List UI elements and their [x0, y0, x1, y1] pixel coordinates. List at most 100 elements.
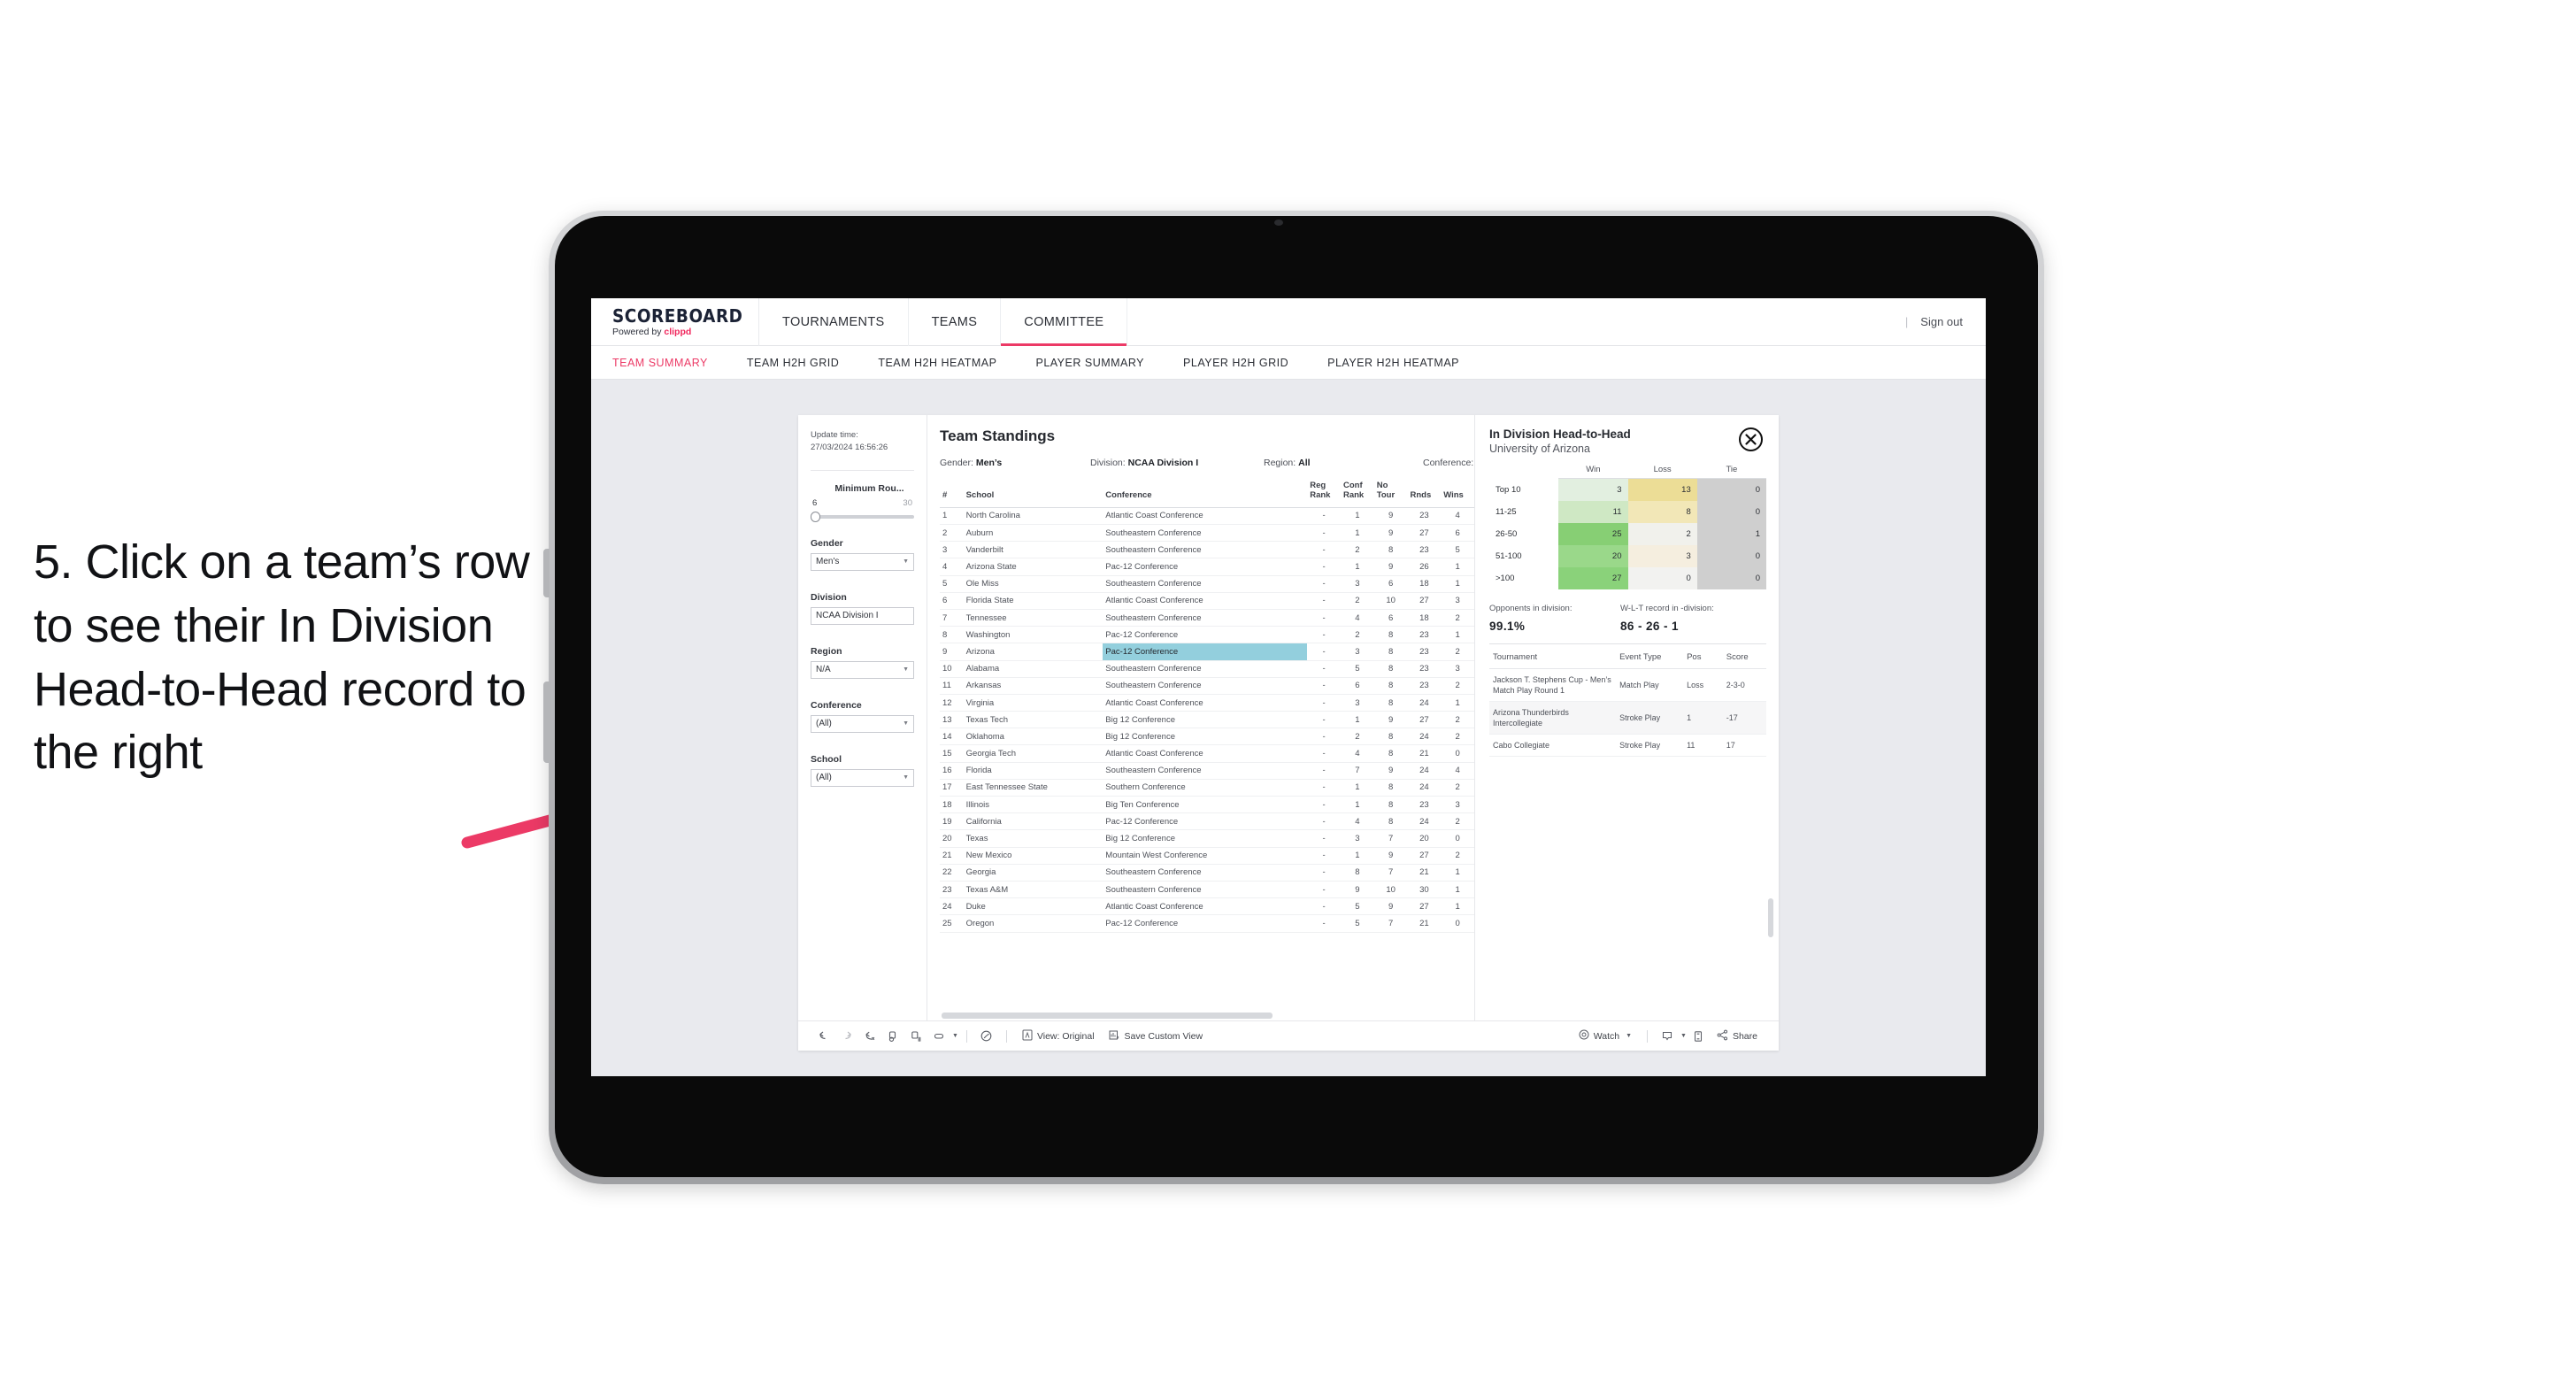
conf-rank-cell: 2 [1340, 626, 1374, 644]
nav-tournaments[interactable]: TOURNAMENTS [759, 298, 909, 346]
col-school[interactable]: School [963, 480, 1103, 508]
comment-chevron-down-icon[interactable]: ▼ [1680, 1033, 1687, 1039]
nav-teams[interactable]: TEAMS [909, 298, 1002, 346]
filter-select-gender[interactable]: Men's ▼ [811, 552, 914, 571]
table-row[interactable]: 15 Georgia Tech Atlantic Coast Conference -… [940, 744, 1474, 763]
col-reg-rank[interactable]: Reg Rank [1307, 480, 1341, 508]
h2h-cell-loss: 3 [1627, 544, 1697, 567]
filter-select-division[interactable]: NCAA Division I [811, 606, 914, 625]
share-button[interactable]: Share [1710, 1025, 1765, 1048]
list-item[interactable]: Arizona Thunderbirds Intercollegiate Stro… [1489, 701, 1766, 735]
table-row[interactable]: 9 Arizona Pac-12 Conference -3 8 23 2 [940, 643, 1474, 661]
conf-rank-cell: 1 [1340, 711, 1374, 729]
table-row[interactable]: 10 Alabama Southeastern Conference -5 8 23 3 [940, 660, 1474, 678]
rank-cell: 3 [940, 541, 964, 559]
table-row[interactable]: 14 Oklahoma Big 12 Conference -2 8 24 2 [940, 728, 1474, 746]
table-row[interactable]: 17 East Tennessee State Southern Conferenc… [940, 779, 1474, 797]
tab-player-h2h-grid[interactable]: PLAYER H2H GRID [1164, 357, 1308, 369]
table-row[interactable]: 2 Auburn Southeastern Conference -1 9 27 6 [940, 524, 1474, 543]
col-score[interactable]: Score [1722, 643, 1766, 669]
col-rank[interactable]: # [940, 480, 964, 508]
table-row[interactable]: 7 Tennessee Southeastern Conference -4 6 18 2 [940, 609, 1474, 628]
col-no-tour[interactable]: No Tour [1373, 480, 1408, 508]
col-pos[interactable]: Pos [1683, 643, 1723, 669]
no-tour-cell: 7 [1373, 914, 1408, 933]
tab-team-summary[interactable]: TEAM SUMMARY [612, 357, 727, 369]
table-row[interactable]: 16 Florida Southeastern Conference -7 9 24 4 [940, 762, 1474, 780]
table-row[interactable]: 22 Georgia Southeastern Conference -8 7 21 1 [940, 864, 1474, 882]
table-row[interactable]: 13 Texas Tech Big 12 Conference -1 9 27 2 [940, 711, 1474, 729]
stat-opponents-in-division: Opponents in division: 99.1% [1489, 604, 1620, 633]
list-item[interactable]: Cabo Collegiate Stroke Play 11 17 [1489, 734, 1766, 758]
watch-chevron-down-icon[interactable]: ▼ [1626, 1033, 1632, 1039]
table-row[interactable]: 11 Arkansas Southeastern Conference -6 8 23 2 [940, 677, 1474, 695]
redo-icon[interactable] [835, 1025, 858, 1048]
h2h-row-label: Top 10 [1496, 484, 1521, 495]
save-custom-view-button[interactable]: Save Custom View [1102, 1025, 1211, 1048]
filter-value-conference: (All) [816, 719, 832, 729]
table-row[interactable]: 23 Texas A&M Southeastern Conference -9 10 30… [940, 881, 1474, 899]
tablet-power-button[interactable] [543, 549, 550, 597]
table-row[interactable]: 8 Washington Pac-12 Conference -2 8 23 1 [940, 626, 1474, 644]
filter-select-school[interactable]: (All) ▼ [811, 768, 914, 787]
col-tournament[interactable]: Tournament [1489, 643, 1617, 669]
table-row[interactable]: 5 Ole Miss Southeastern Conference -3 6 18 1 [940, 575, 1474, 593]
view-original-button[interactable]: View: Original [1015, 1025, 1102, 1048]
table-row[interactable]: 6 Florida State Atlantic Coast Conference -… [940, 592, 1474, 610]
no-tour-cell: 8 [1373, 812, 1408, 831]
sign-out-link[interactable]: Sign out [1920, 315, 1963, 328]
table-row[interactable]: 19 California Pac-12 Conference -4 8 24 2 [940, 812, 1474, 831]
tournaments-scrollbar[interactable] [1768, 898, 1773, 937]
table-row[interactable]: 20 Texas Big 12 Conference -3 7 20 0 [940, 829, 1474, 848]
table-row[interactable]: 25 Oregon Pac-12 Conference -5 7 21 0 [940, 914, 1474, 933]
table-row[interactable]: 18 Illinois Big Ten Conference -1 8 23 3 [940, 796, 1474, 814]
conference-cell: Pac-12 Conference [1103, 643, 1308, 661]
col-event-type[interactable]: Event Type [1616, 643, 1684, 669]
table-row[interactable]: 24 Duke Atlantic Coast Conference -5 9 27 1 [940, 897, 1474, 916]
table-row[interactable]: 21 New Mexico Mountain West Conference -1 9 2… [940, 847, 1474, 865]
slider-handle[interactable] [811, 511, 820, 522]
col-conference[interactable]: Conference [1103, 480, 1308, 508]
revert-icon[interactable] [858, 1025, 881, 1048]
layout-chevron-down-icon[interactable]: ▼ [952, 1033, 958, 1039]
pause-refresh-icon[interactable] [904, 1025, 927, 1048]
view-icon [1022, 1029, 1033, 1043]
tablet-volume-button[interactable] [543, 681, 550, 763]
conf-rank-cell: 1 [1340, 524, 1374, 543]
no-tour-cell: 9 [1373, 847, 1408, 865]
nav-committee[interactable]: COMMITTEE [1001, 298, 1128, 346]
table-row[interactable]: 12 Virginia Atlantic Coast Conference -3 8 24… [940, 694, 1474, 712]
conference-cell: Atlantic Coast Conference [1103, 507, 1308, 526]
watch-button[interactable]: Watch ▼ [1572, 1025, 1639, 1048]
refresh-data-icon[interactable] [881, 1025, 904, 1048]
table-row[interactable]: 3 Vanderbilt Southeastern Conference -2 8 23 5 [940, 541, 1474, 559]
col-conf-rank[interactable]: Conf Rank [1340, 480, 1374, 508]
wins-cell: 1 [1441, 881, 1474, 899]
brand-logo[interactable]: SCOREBOARD Powered by clippd [591, 298, 759, 346]
col-rnds[interactable]: Rnds [1407, 480, 1442, 508]
fullscreen-icon[interactable] [1687, 1025, 1710, 1048]
no-tour-cell: 8 [1373, 541, 1408, 559]
rank-cell: 21 [940, 847, 964, 865]
chevron-down-icon: ▼ [903, 720, 909, 728]
table-row[interactable]: 1 North Carolina Atlantic Coast Conference… [940, 507, 1474, 526]
comment-icon[interactable] [1656, 1025, 1679, 1048]
table-row[interactable]: 4 Arizona State Pac-12 Conference -1 9 26 1 [940, 558, 1474, 576]
horizontal-scrollbar[interactable] [942, 1013, 1273, 1019]
layout-icon[interactable] [927, 1025, 950, 1048]
min-rounds-slider[interactable] [811, 511, 914, 522]
col-wins[interactable]: Wins [1441, 480, 1474, 508]
undo-icon[interactable] [812, 1025, 835, 1048]
tab-team-h2h-heatmap[interactable]: TEAM H2H HEATMAP [858, 357, 1016, 369]
school-cell: Auburn [963, 524, 1103, 543]
filter-select-conference[interactable]: (All) ▼ [811, 714, 914, 733]
tab-player-h2h-heatmap[interactable]: PLAYER H2H HEATMAP [1308, 357, 1479, 369]
nav-divider: | [1904, 315, 1909, 328]
filter-select-region[interactable]: N/A ▼ [811, 660, 914, 679]
h2h-subtitle: University of Arizona [1489, 443, 1590, 456]
tab-team-h2h-grid[interactable]: TEAM H2H GRID [727, 357, 858, 369]
close-icon[interactable] [1739, 427, 1763, 451]
alert-icon[interactable] [975, 1025, 998, 1048]
tab-player-summary[interactable]: PLAYER SUMMARY [1016, 357, 1164, 369]
list-item[interactable]: Jackson T. Stephens Cup - Men’s Match Pl… [1489, 668, 1766, 702]
